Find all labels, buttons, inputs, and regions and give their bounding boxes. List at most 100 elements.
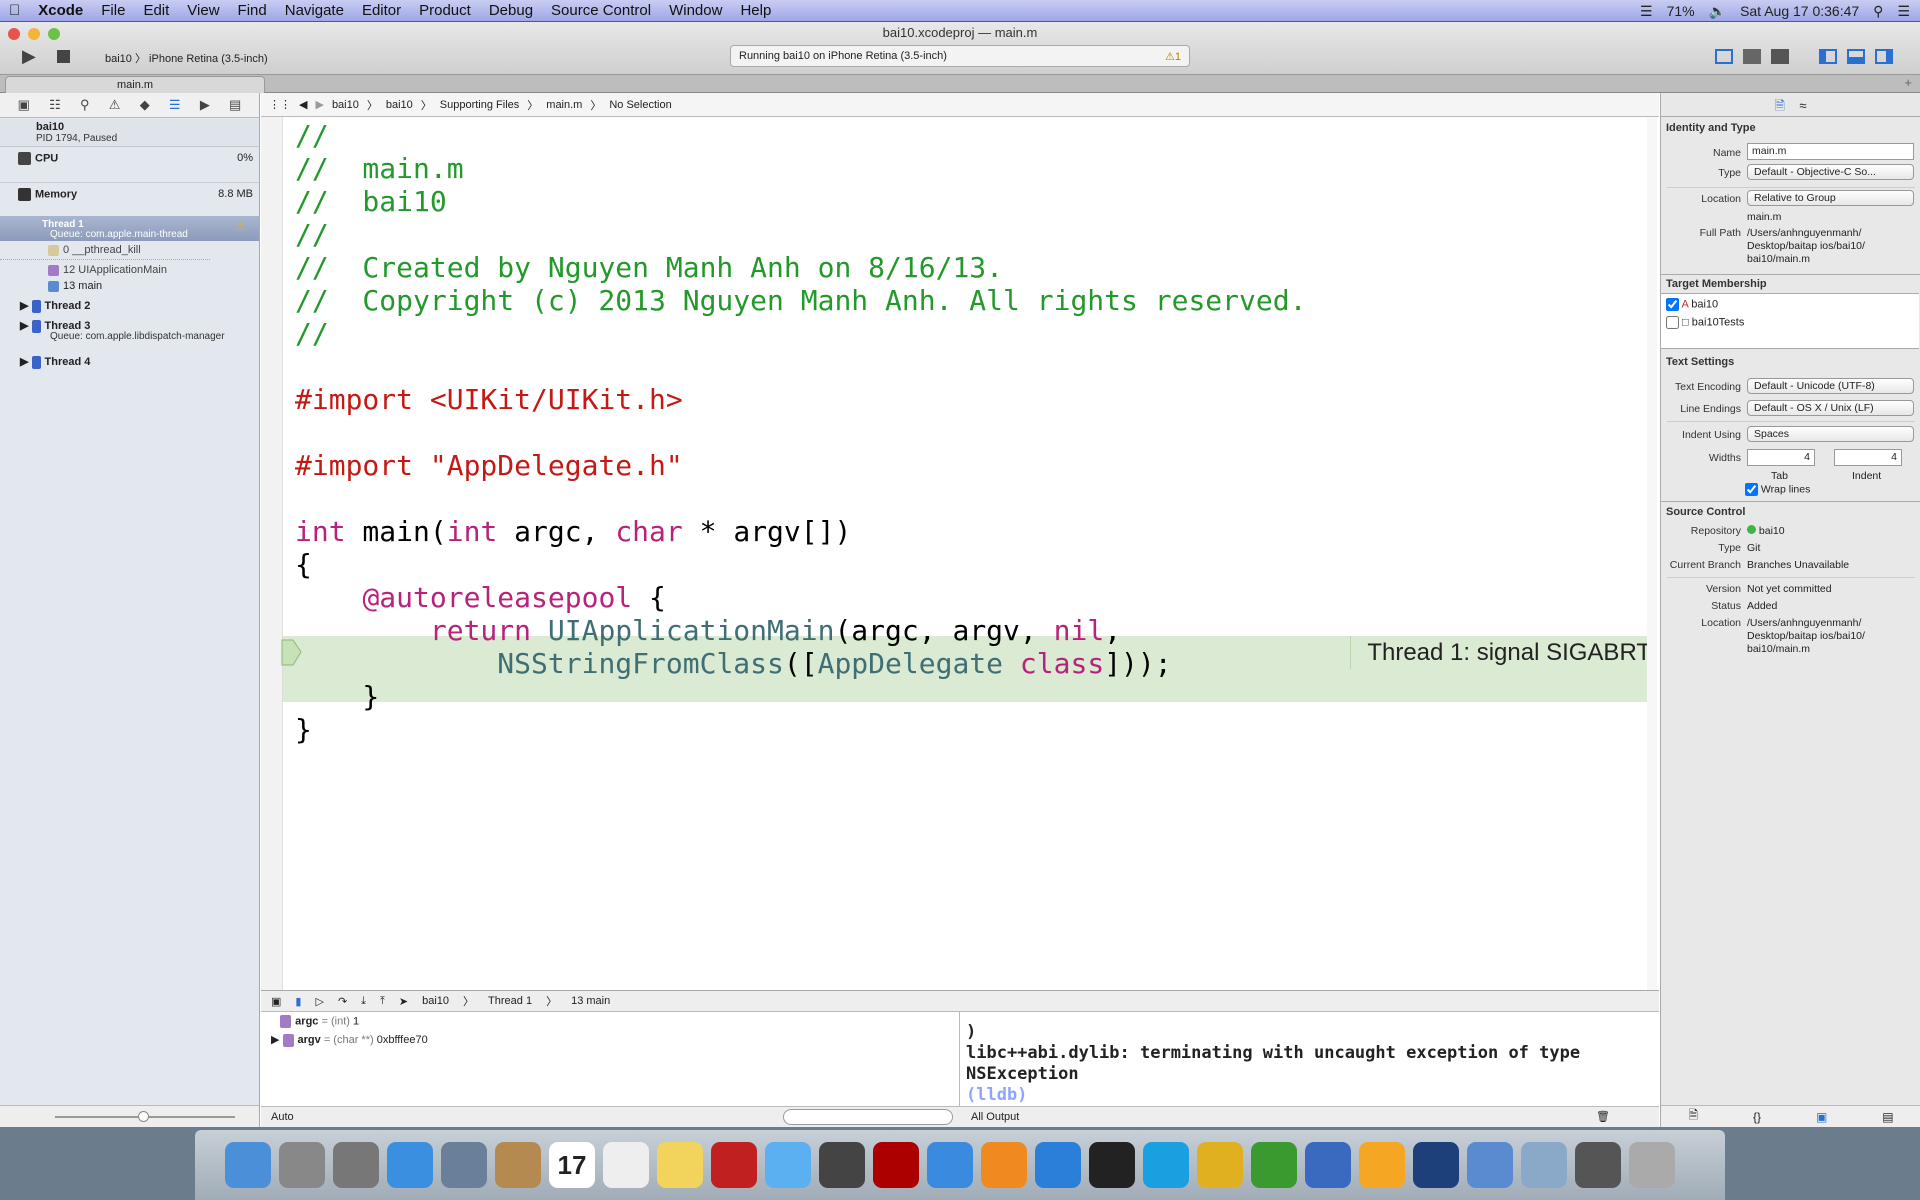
console-output[interactable]: ) libc++abi.dylib: terminating with uncau…	[961, 1012, 1659, 1106]
debug-navigator-icon[interactable]: ☰	[169, 97, 181, 113]
utilities-toggle-icon[interactable]	[1875, 49, 1893, 64]
code-line[interactable]: int main(int argc, char * argv[])	[295, 515, 851, 548]
file-inspector-icon[interactable]: 🗎	[1774, 98, 1784, 113]
menu-find[interactable]: Find	[229, 2, 276, 19]
auto-popup[interactable]: Auto	[271, 1111, 294, 1123]
object-library-icon[interactable]: ▣	[1816, 1110, 1827, 1124]
dock-photo-booth[interactable]	[711, 1142, 757, 1188]
test-navigator-icon[interactable]: ◆	[140, 97, 150, 113]
dock-reminders[interactable]	[603, 1142, 649, 1188]
log-navigator-icon[interactable]: ▤	[229, 97, 241, 113]
code-line[interactable]: // Created by Nguyen Manh Anh on 8/16/13…	[295, 251, 1003, 284]
target-bai10[interactable]: A bai10	[1666, 298, 1718, 311]
code-line[interactable]: //	[295, 218, 329, 251]
dock-safari[interactable]	[387, 1142, 433, 1188]
dock-preview[interactable]	[441, 1142, 487, 1188]
thread-3-row[interactable]: ▶ Thread 3 Queue: com.apple.libdispatch-m…	[0, 319, 259, 342]
dock-terminal[interactable]	[1089, 1142, 1135, 1188]
code-line[interactable]: #import "AppDelegate.h"	[295, 449, 683, 482]
breakpoint-navigator-icon[interactable]: ▶	[200, 97, 210, 113]
menu-view[interactable]: View	[178, 2, 228, 19]
code-line[interactable]: }	[295, 713, 312, 746]
debug-process[interactable]: bai10	[422, 995, 449, 1007]
battery-label[interactable]: 71%	[1667, 3, 1695, 19]
variable-row[interactable]: argc = (int) 1	[271, 1015, 359, 1028]
notification-icon[interactable]: ☰	[1897, 3, 1910, 20]
tab-width-field[interactable]: 4	[1747, 449, 1815, 466]
warning-count[interactable]: ⚠1	[1165, 50, 1181, 63]
scheme-selector[interactable]: bai10 〉 iPhone Retina (3.5-inch)	[105, 50, 268, 66]
encoding-popup[interactable]: Default - Unicode (UTF-8)	[1747, 378, 1914, 394]
process-row[interactable]: bai10 PID 1794, Paused	[0, 119, 259, 147]
version-editor-icon[interactable]	[1771, 49, 1789, 64]
related-items-icon[interactable]: ⋮⋮	[269, 98, 291, 111]
file-template-icon[interactable]: 🗎	[1688, 1106, 1698, 1127]
debug-thread[interactable]: Thread 1	[488, 995, 532, 1007]
gutter[interactable]	[261, 117, 283, 1012]
dock-skype[interactable]	[1143, 1142, 1189, 1188]
jump-file[interactable]: main.m	[546, 99, 582, 111]
editor-scrollbar[interactable]	[1647, 117, 1657, 1012]
menu-editor[interactable]: Editor	[353, 2, 410, 19]
code-line[interactable]: NSStringFromClass([AppDelegate class]));	[295, 647, 1171, 680]
code-line[interactable]: //	[295, 317, 329, 350]
wifi-icon[interactable]: ☰	[1640, 3, 1653, 20]
menu-product[interactable]: Product	[410, 2, 480, 19]
dock-system-preferences[interactable]	[333, 1142, 379, 1188]
menu-debug[interactable]: Debug	[480, 2, 542, 19]
breakpoints-toggle-icon[interactable]: ▮	[295, 995, 301, 1008]
thread-1-row[interactable]: Thread 1 Queue: com.apple.main-thread ⚠	[0, 216, 259, 241]
jump-folder[interactable]: Supporting Files	[440, 99, 520, 111]
dock-music[interactable]	[1575, 1142, 1621, 1188]
debug-toggle-icon[interactable]	[1847, 49, 1865, 64]
tab-main-m[interactable]: main.m	[5, 76, 265, 93]
dock-launchpad[interactable]	[279, 1142, 325, 1188]
step-out-icon[interactable]: ⤒	[380, 995, 385, 1008]
media-library-icon[interactable]: ▤	[1882, 1110, 1893, 1124]
dock-movie[interactable]	[873, 1142, 919, 1188]
code-line[interactable]: // main.m	[295, 152, 464, 185]
code-line[interactable]: #import <UIKit/UIKit.h>	[295, 383, 683, 416]
code-line[interactable]: return UIApplicationMain(argc, argv, nil…	[295, 614, 1121, 647]
run-button[interactable]: ▶	[22, 46, 36, 67]
output-filter-popup[interactable]: All Output	[971, 1111, 1019, 1123]
frame-row[interactable]: 0 __pthread_kill	[0, 244, 210, 260]
memory-gauge[interactable]: Memory 8.8 MB	[0, 185, 259, 219]
line-endings-popup[interactable]: Default - OS X / Unix (LF)	[1747, 400, 1914, 416]
frame-row[interactable]: 12 UIApplicationMain	[0, 264, 259, 276]
dock-photoshop[interactable]	[1413, 1142, 1459, 1188]
apple-icon[interactable]: 	[0, 2, 29, 19]
jump-group[interactable]: bai10	[386, 99, 413, 111]
forward-button[interactable]: ▶	[315, 98, 323, 111]
code-snippet-icon[interactable]: {}	[1753, 1110, 1761, 1124]
dock-illustrator[interactable]	[1359, 1142, 1405, 1188]
indent-width-field[interactable]: 4	[1834, 449, 1902, 466]
variables-filter-field[interactable]	[783, 1109, 953, 1125]
back-button[interactable]: ◀	[299, 98, 307, 111]
step-into-icon[interactable]: ⤓	[361, 995, 366, 1008]
variable-row[interactable]: ▶ argv = (char **) 0xbfffee70	[271, 1033, 428, 1047]
thread-4-row[interactable]: ▶ Thread 4	[0, 355, 259, 369]
project-navigator-icon[interactable]: ▣	[18, 97, 30, 113]
source-editor[interactable]: //// main.m// bai10//// Created by Nguye…	[261, 117, 1659, 1012]
assistant-editor-icon[interactable]	[1743, 49, 1761, 64]
step-over-icon[interactable]: ↷	[338, 995, 347, 1008]
code-line[interactable]: @autoreleasepool {	[295, 581, 665, 614]
navigator-toggle-icon[interactable]	[1819, 49, 1837, 64]
search-navigator-icon[interactable]: ⚲	[80, 97, 90, 113]
dock-xcode[interactable]	[1305, 1142, 1351, 1188]
dock-contacts[interactable]	[495, 1142, 541, 1188]
dock-finder[interactable]	[225, 1142, 271, 1188]
name-field[interactable]: main.m	[1747, 143, 1914, 160]
code-line[interactable]: // bai10	[295, 185, 447, 218]
code-line[interactable]: {	[295, 548, 312, 581]
menu-edit[interactable]: Edit	[134, 2, 178, 19]
volume-icon[interactable]: 🔈	[1709, 3, 1726, 20]
dock-ios-simulator[interactable]	[1467, 1142, 1513, 1188]
code-line[interactable]: //	[295, 119, 329, 152]
jump-project[interactable]: bai10	[332, 99, 359, 111]
code-line[interactable]: }	[295, 680, 379, 713]
quick-help-icon[interactable]: ≈	[1799, 98, 1806, 113]
clear-console-icon[interactable]: 🗑	[1596, 1110, 1610, 1123]
dock-app-store[interactable]	[1035, 1142, 1081, 1188]
